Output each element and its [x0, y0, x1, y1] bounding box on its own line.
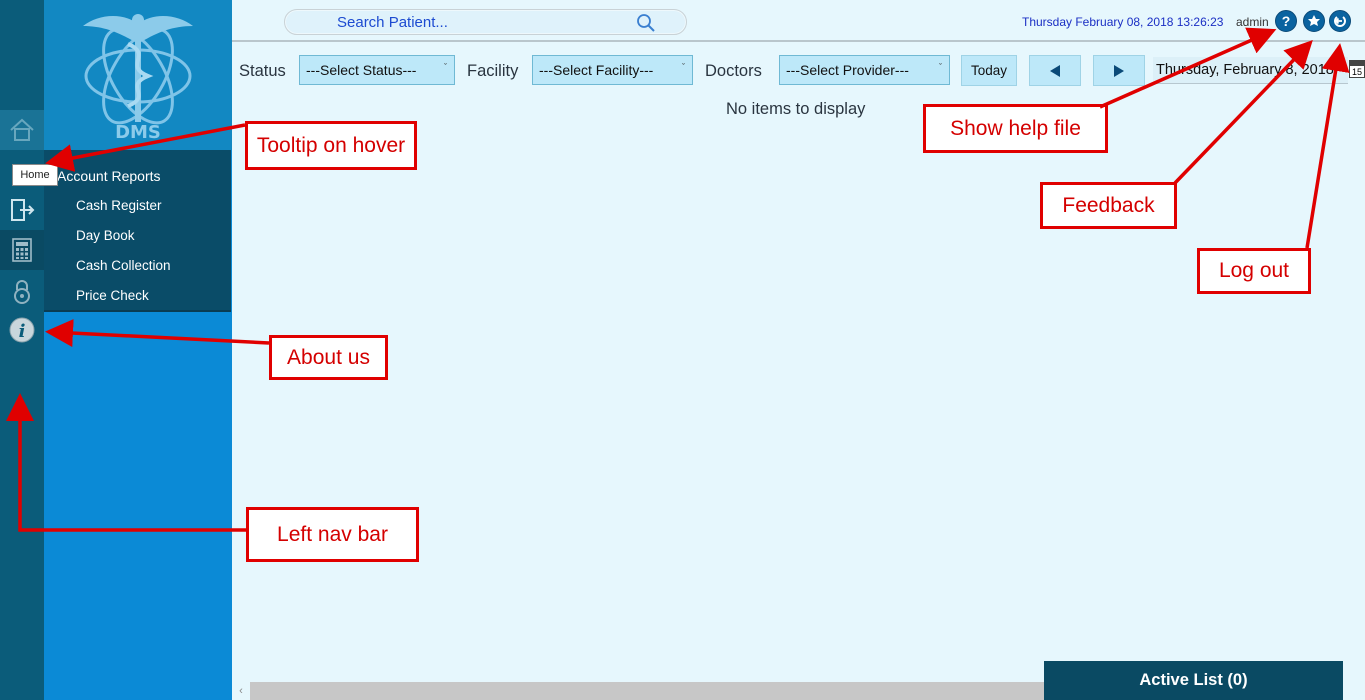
calendar-icon[interactable]: 15: [1349, 60, 1365, 78]
help-icon[interactable]: ?: [1275, 10, 1297, 32]
today-button[interactable]: Today: [961, 55, 1017, 86]
right-arrow-icon: [1114, 64, 1124, 77]
doctors-label: Doctors: [705, 62, 762, 80]
facility-label: Facility: [467, 62, 519, 80]
left-nav-rail: i: [0, 0, 44, 700]
annotation-tooltip: Tooltip on hover: [245, 121, 417, 170]
info-icon: i: [9, 317, 35, 343]
facility-select-value: ---Select Facility---: [539, 62, 654, 78]
brand-logo-text: DMS: [115, 122, 161, 143]
annotation-about-us: About us: [269, 335, 388, 380]
empty-message: No items to display: [726, 100, 866, 118]
menu-item-cash-collection[interactable]: Cash Collection: [76, 258, 171, 273]
nav-lock-button[interactable]: [0, 272, 44, 312]
nav-home-button[interactable]: [0, 110, 44, 150]
menu-item-price-check[interactable]: Price Check: [76, 288, 149, 303]
calculator-icon: [12, 238, 32, 262]
status-label: Status: [239, 62, 286, 80]
scroll-left-icon[interactable]: ‹: [232, 682, 250, 700]
search-icon[interactable]: [636, 13, 656, 33]
menu-heading[interactable]: Account Reports: [57, 168, 161, 184]
home-icon: [10, 118, 34, 141]
annotation-left-nav: Left nav bar: [246, 507, 419, 562]
account-reports-menu: Account Reports Cash Register Day Book C…: [44, 150, 231, 312]
horizontal-scrollbar[interactable]: ‹: [232, 682, 1044, 700]
exit-icon: [11, 199, 35, 221]
annotation-logout: Log out: [1197, 248, 1311, 294]
menu-item-day-book[interactable]: Day Book: [76, 228, 135, 243]
chevron-down-icon: ˇ: [682, 62, 685, 72]
next-button[interactable]: [1093, 55, 1145, 86]
provider-select[interactable]: ---Select Provider--- ˇ: [779, 55, 950, 85]
nav-calculator-button[interactable]: [0, 230, 44, 270]
chevron-down-icon: ˇ: [444, 62, 447, 72]
logout-icon[interactable]: [1329, 10, 1351, 32]
left-arrow-icon: [1050, 64, 1060, 77]
search-placeholder: Search Patient...: [337, 14, 448, 31]
lock-icon: [14, 280, 30, 304]
top-bar: Search Patient... Thursday February 08, …: [232, 0, 1365, 42]
side-panel: Account Reports Cash Register Day Book C…: [44, 150, 232, 700]
home-tooltip: Home: [12, 164, 58, 186]
previous-button[interactable]: [1029, 55, 1081, 86]
nav-about-button[interactable]: i: [0, 310, 44, 350]
username: admin: [1236, 15, 1269, 29]
current-datetime: Thursday February 08, 2018 13:26:23: [1022, 15, 1224, 29]
status-select[interactable]: ---Select Status--- ˇ: [299, 55, 455, 85]
active-list-button[interactable]: Active List (0): [1044, 661, 1343, 700]
facility-select[interactable]: ---Select Facility--- ˇ: [532, 55, 693, 85]
status-select-value: ---Select Status---: [306, 62, 417, 78]
nav-exit-button[interactable]: [0, 190, 44, 230]
date-field[interactable]: Thursday, February 8, 2018: [1153, 57, 1348, 84]
chevron-down-icon: ˇ: [939, 62, 942, 72]
feedback-icon[interactable]: [1303, 10, 1325, 32]
brand-logo-panel: DMS: [44, 0, 232, 150]
menu-item-cash-register[interactable]: Cash Register: [76, 198, 162, 213]
provider-select-value: ---Select Provider---: [786, 62, 909, 78]
caduceus-logo-icon: DMS: [83, 14, 193, 143]
annotation-help: Show help file: [923, 104, 1108, 153]
svg-text:i: i: [19, 321, 26, 342]
annotation-feedback: Feedback: [1040, 182, 1177, 229]
search-input[interactable]: Search Patient...: [284, 9, 687, 35]
